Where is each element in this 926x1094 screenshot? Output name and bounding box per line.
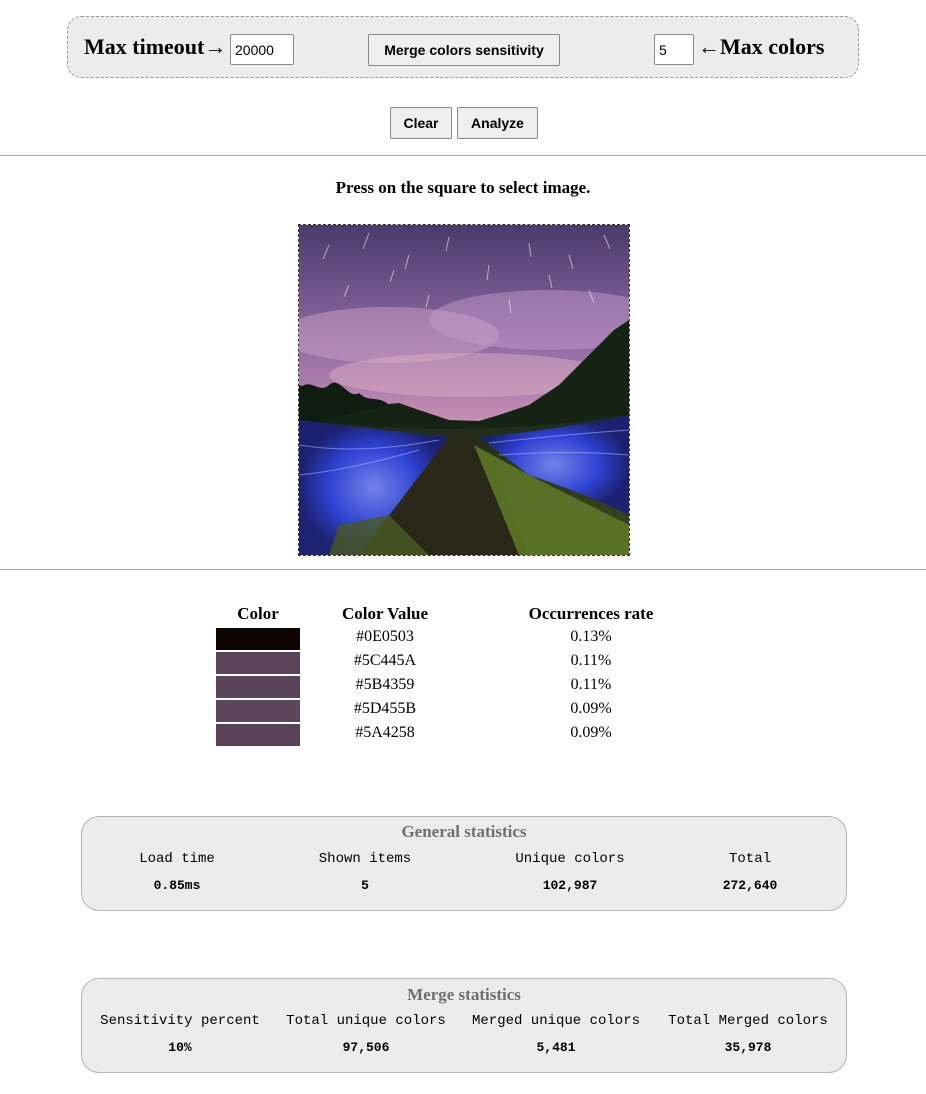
color-swatch xyxy=(216,724,300,746)
color-column-header: Color xyxy=(237,604,279,623)
color-swatch xyxy=(216,700,300,722)
occurrence-rate: 0.11% xyxy=(570,676,612,693)
analyze-button[interactable]: Analyze xyxy=(457,107,538,139)
max-timeout-input[interactable] xyxy=(230,34,294,65)
load-time-value: 0.85ms xyxy=(153,878,201,893)
color-value: #0E0503 xyxy=(356,628,414,645)
merged-unique-colors-value: 5,481 xyxy=(536,1040,576,1055)
table-row xyxy=(216,676,300,698)
clear-button[interactable]: Clear xyxy=(390,107,452,139)
total-value: 272,640 xyxy=(722,878,778,893)
total-unique-colors-value: 97,506 xyxy=(342,1040,390,1055)
divider-bottom xyxy=(0,569,926,570)
table-row xyxy=(216,724,300,746)
color-value: #5B4359 xyxy=(355,676,415,693)
selected-image-preview xyxy=(299,225,629,555)
max-colors-label: ←Max colors xyxy=(698,34,825,59)
color-swatch xyxy=(216,628,300,650)
image-select-square[interactable] xyxy=(298,224,630,556)
sensitivity-percent-label: Sensitivity percent xyxy=(100,1013,260,1029)
occurrence-rate: 0.09% xyxy=(570,724,612,741)
merged-unique-colors-label: Merged unique colors xyxy=(471,1013,641,1029)
total-merged-colors-label: Total Merged colors xyxy=(668,1013,828,1029)
unique-colors-value: 102,987 xyxy=(542,878,598,893)
occurrence-rate: 0.09% xyxy=(570,700,612,717)
shown-items-label: Shown items xyxy=(318,851,412,867)
color-value: #5C445A xyxy=(353,652,417,669)
unique-colors-label: Unique colors xyxy=(515,851,625,867)
occurrence-rate: 0.11% xyxy=(570,652,612,669)
total-merged-colors-value: 35,978 xyxy=(724,1040,772,1055)
divider-top xyxy=(0,155,926,156)
shown-items-value: 5 xyxy=(361,878,369,893)
total-label: Total xyxy=(728,851,771,867)
total-unique-colors-label: Total unique colors xyxy=(286,1013,446,1029)
occurrences-rate-column-header: Occurrences rate xyxy=(528,604,654,623)
occurrence-rate: 0.13% xyxy=(570,628,612,645)
table-row xyxy=(216,700,300,722)
merge-colors-sensitivity-button[interactable]: Merge colors sensitivity xyxy=(368,34,560,66)
table-row xyxy=(216,652,300,674)
color-value: #5D455B xyxy=(353,700,417,717)
max-colors-input[interactable] xyxy=(654,34,694,65)
color-swatch xyxy=(216,652,300,674)
load-time-label: Load time xyxy=(139,851,215,867)
color-value: #5A4258 xyxy=(355,724,415,741)
merge-statistics-title: Merge statistics xyxy=(407,985,521,1004)
color-value-column-header: Color Value xyxy=(341,604,429,623)
color-swatch xyxy=(216,676,300,698)
instruction-text: Press on the square to select image. xyxy=(335,178,591,197)
max-timeout-label: Max timeout→ xyxy=(84,34,227,59)
table-row xyxy=(216,628,300,650)
sensitivity-percent-value: 10% xyxy=(168,1040,192,1055)
general-statistics-title: General statistics xyxy=(401,822,527,841)
